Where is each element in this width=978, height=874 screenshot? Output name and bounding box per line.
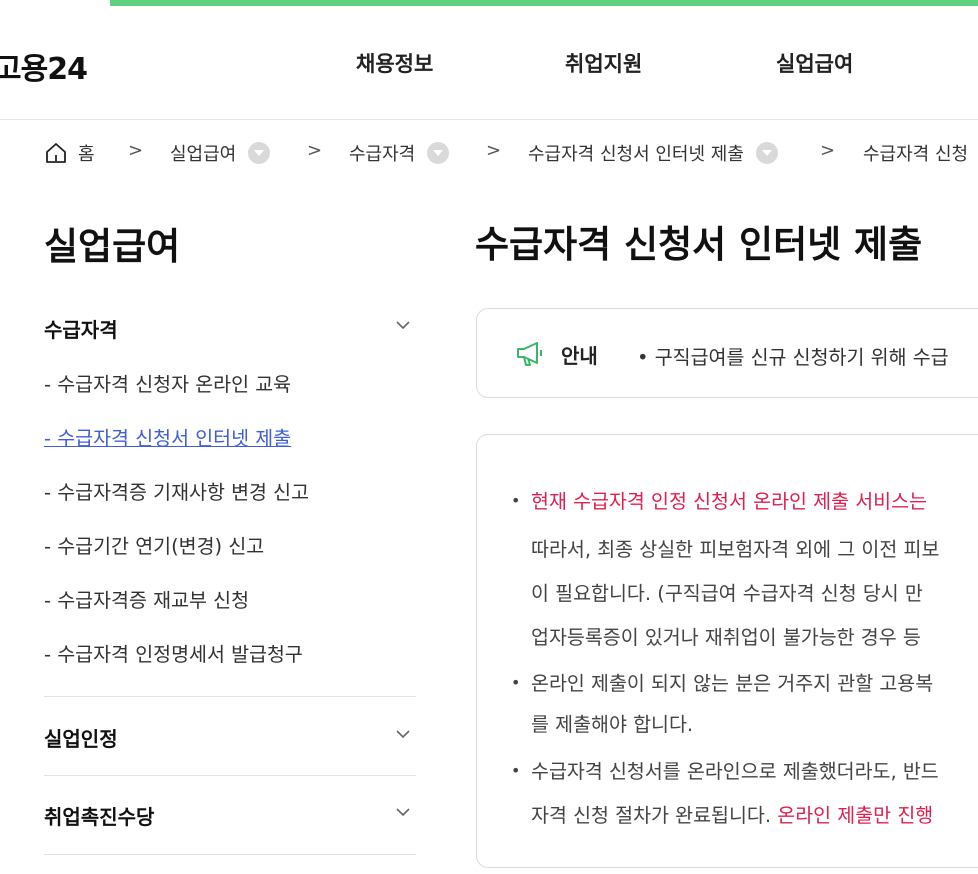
sidebar-group-label: 수급자격 xyxy=(44,318,118,342)
sidebar-item-online-submission[interactable]: - 수급자격 신청서 인터넷 제출 xyxy=(44,422,291,451)
breadcrumb-item-label: 수급자격 xyxy=(349,144,416,165)
breadcrumb-item-eligibility-application[interactable]: 수급자격 신청 xyxy=(863,140,968,166)
content-line: 업자등록증이 있거나 재취업이 불가능한 경우 등 xyxy=(531,626,921,649)
sidebar-item-change-report[interactable]: - 수급자격증 기재사항 변경 신고 xyxy=(44,476,309,505)
breadcrumb-item-online-submission[interactable]: 수급자격 신청서 인터넷 제출 xyxy=(528,140,778,166)
bullet-icon: • xyxy=(511,673,521,692)
dropdown-icon[interactable] xyxy=(427,142,450,164)
notice-text: • 구직급여를 신규 신청하기 위해 수급 xyxy=(637,346,949,369)
dropdown-icon[interactable] xyxy=(755,142,778,164)
content-line: 이 필요합니다. (구직급여 수급자격 신청 당시 만 xyxy=(531,582,923,605)
content-box: • 현재 수급자격 인정 신청서 온라인 제출 서비스는 따라서, 최종 상실한… xyxy=(476,434,978,868)
sidebar-group-label: 실업인정 xyxy=(44,727,118,751)
content-line: 온라인 제출이 되지 않는 분은 거주지 관할 고용복 xyxy=(531,672,934,695)
sidebar-item-label: - 수급자격 신청서 인터넷 제출 xyxy=(44,427,292,450)
bullet-icon: • xyxy=(511,491,521,510)
dropdown-icon[interactable] xyxy=(248,142,271,164)
content-line: 자격 신청 절차가 완료됩니다. 온라인 제출만 진행 xyxy=(531,799,933,828)
sidebar-group-eligibility[interactable]: 수급자격 xyxy=(44,314,416,343)
content-highlight: 온라인 제출만 진행 xyxy=(777,804,934,827)
sidebar-group-employment-promotion[interactable]: 취업촉진수당 xyxy=(44,801,416,830)
megaphone-icon xyxy=(517,342,542,366)
nav-item-employment-support[interactable]: 취업지원 xyxy=(565,48,642,78)
notice-box: 안내 • 구직급여를 신규 신청하기 위해 수급 xyxy=(476,308,978,398)
breadcrumb-item-label: 수급자격 신청 xyxy=(863,144,969,165)
sidebar-item-period-extension[interactable]: - 수급기간 연기(변경) 신고 xyxy=(44,530,264,559)
breadcrumb-home[interactable]: 홈 xyxy=(44,140,95,166)
sidebar-item-online-education[interactable]: - 수급자격 신청자 온라인 교육 xyxy=(44,368,291,397)
sidebar-group-label: 취업촉진수당 xyxy=(44,805,155,829)
sidebar-title: 실업급여 xyxy=(44,225,181,268)
site-header: 고용24 채용정보 취업지원 실업급여 xyxy=(0,6,978,120)
content-line: 를 제출해야 합니다. xyxy=(531,713,694,736)
nav-item-jobs[interactable]: 채용정보 xyxy=(356,48,433,78)
sidebar-divider xyxy=(44,775,416,776)
home-icon xyxy=(46,143,66,163)
breadcrumb-home-label: 홈 xyxy=(78,144,95,165)
chevron-down-icon xyxy=(396,730,410,739)
breadcrumb-separator: > xyxy=(128,140,144,161)
bullet-icon: • xyxy=(511,761,521,780)
breadcrumb: 홈 > 실업급여 > 수급자격 > 수급자격 신청서 인터넷 제출 > 수급자격… xyxy=(0,120,978,186)
content-line: 따라서, 최종 상실한 피보험자격 외에 그 이전 피보 xyxy=(531,538,940,561)
sidebar-item-certificate-request[interactable]: - 수급자격 인정명세서 발급청구 xyxy=(44,638,303,667)
notice-label: 안내 xyxy=(561,344,598,368)
breadcrumb-separator: > xyxy=(820,140,836,161)
breadcrumb-item-label: 실업급여 xyxy=(170,144,237,165)
breadcrumb-item-label: 수급자격 신청서 인터넷 제출 xyxy=(528,144,744,165)
sidebar-divider xyxy=(44,854,416,855)
content-line: 수급자격 신청서를 온라인으로 제출했더라도, 반드 xyxy=(531,760,939,783)
breadcrumb-item-eligibility[interactable]: 수급자격 xyxy=(349,140,450,166)
sidebar-divider xyxy=(44,696,416,697)
breadcrumb-separator: > xyxy=(307,140,323,161)
breadcrumb-item-unemployment-benefits[interactable]: 실업급여 xyxy=(170,140,271,166)
site-logo[interactable]: 고용24 xyxy=(0,44,88,88)
content-text: 자격 신청 절차가 완료됩니다. xyxy=(531,804,778,827)
nav-item-unemployment-benefits[interactable]: 실업급여 xyxy=(776,48,853,78)
chevron-down-icon xyxy=(396,321,410,330)
sidebar-item-reissue[interactable]: - 수급자격증 재교부 신청 xyxy=(44,584,249,613)
page-title: 수급자격 신청서 인터넷 제출 xyxy=(475,223,923,266)
breadcrumb-separator: > xyxy=(486,140,502,161)
chevron-down-icon xyxy=(396,808,410,817)
sidebar-group-unemployment-recognition[interactable]: 실업인정 xyxy=(44,723,416,752)
content-line: 현재 수급자격 인정 신청서 온라인 제출 서비스는 xyxy=(531,490,927,513)
